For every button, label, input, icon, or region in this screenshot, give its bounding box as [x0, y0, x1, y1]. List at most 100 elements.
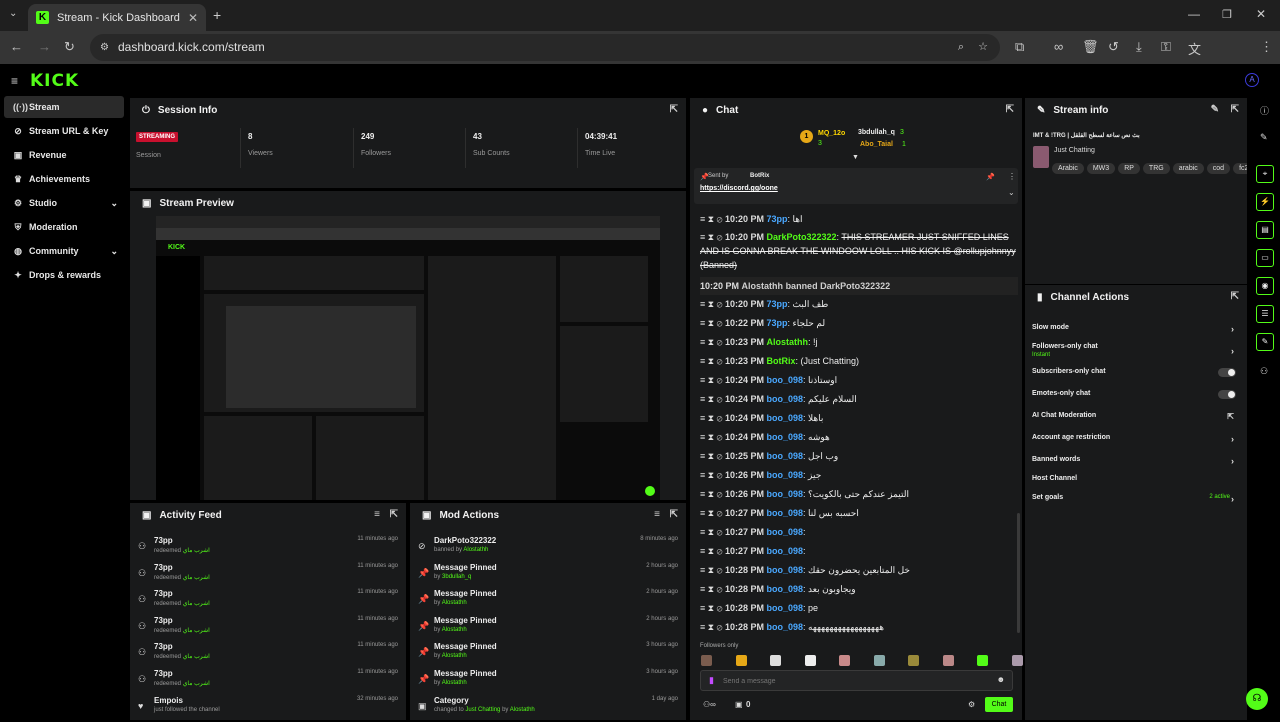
chat-message[interactable]: ≡ ⧗ ⊘ 10:28 PM boo_098: pe: [700, 599, 1018, 617]
stream-video[interactable]: KICK: [156, 216, 660, 500]
sidebar-item-moderation[interactable]: ⛨ Moderation: [4, 216, 124, 238]
tab-close-icon[interactable]: ✕: [188, 11, 198, 25]
mod-action-by[interactable]: Alostathh: [510, 707, 535, 713]
top-user-2[interactable]: 3bdullah_q: [858, 129, 895, 136]
chat-settings-icon[interactable]: ⚙: [968, 700, 975, 709]
chat-message[interactable]: ≡ ⧗ ⊘ 10:25 PM boo_098: وب اجل: [700, 447, 1018, 465]
zoom-icon[interactable]: ⌕: [958, 34, 964, 61]
top-user-3[interactable]: Abo_Taial: [860, 141, 893, 148]
chat-message[interactable]: ≡ ⧗ ⊘ 10:23 PM BotRix: (Just Chatting): [700, 352, 1018, 370]
gift-icon[interactable]: ▣: [735, 700, 743, 709]
chat-username[interactable]: boo_098: [767, 508, 804, 518]
drag-handle-icon[interactable]: ≡ ⧗ ⊘: [700, 508, 725, 518]
drag-handle-icon[interactable]: ≡ ⧗ ⊘: [700, 337, 725, 347]
history-icon[interactable]: ↺: [1108, 39, 1119, 55]
drag-handle-icon[interactable]: ≡ ⧗ ⊘: [700, 413, 725, 423]
chat-message[interactable]: ≡ ⧗ ⊘ 10:27 PM boo_098:: [700, 542, 1018, 560]
chat-message[interactable]: ≡ ⧗ ⊘ 10:20 PM 73pp: اها: [700, 210, 1018, 228]
new-tab-icon[interactable]: +: [213, 7, 221, 23]
sidebar-item-achievements[interactable]: ♛ Achievements: [4, 168, 124, 190]
pinned-link[interactable]: https://discord.gg/oone: [700, 185, 778, 192]
sidebar-item-drops[interactable]: ✦ Drops & rewards: [4, 264, 124, 286]
sidebar-item-community[interactable]: ◍ Community ⌄: [4, 240, 124, 262]
chat-username[interactable]: boo_098: [767, 546, 804, 556]
drag-handle-icon[interactable]: ≡ ⧗ ⊘: [700, 622, 725, 632]
popout-icon[interactable]: ⇱: [390, 509, 398, 520]
chat-username[interactable]: 73pp: [767, 299, 788, 309]
mod-action-by[interactable]: Alostathh: [463, 547, 488, 553]
chat-username[interactable]: 73pp: [767, 318, 788, 328]
chat-message[interactable]: ≡ ⧗ ⊘ 10:27 PM boo_098:: [700, 523, 1018, 541]
chat-username[interactable]: boo_098: [767, 375, 804, 385]
chat-input[interactable]: [723, 673, 983, 689]
emote-picker-icon[interactable]: ☻: [997, 675, 1005, 684]
rail-users-icon[interactable]: ⚇: [1260, 366, 1268, 377]
maximize-icon[interactable]: ❐: [1222, 8, 1232, 21]
extensions-icon[interactable]: ⧉: [1015, 39, 1024, 55]
mod-action-by[interactable]: Alostathh: [442, 600, 467, 606]
emote-icon[interactable]: [908, 655, 919, 666]
popout-icon[interactable]: ⇱: [670, 509, 678, 520]
stream-tag[interactable]: MW3: [1086, 163, 1116, 174]
activity-row[interactable]: ⚇ 73pp redeemed اشرب ماي 11 minutes ago: [138, 669, 398, 695]
emote-icon[interactable]: [977, 655, 988, 666]
chat-username[interactable]: boo_098: [767, 451, 804, 461]
site-settings-icon[interactable]: ⚙: [100, 34, 109, 61]
activity-user[interactable]: 73pp: [154, 563, 173, 572]
emote-icon[interactable]: [839, 655, 850, 666]
mod-action-by[interactable]: 3bdullah_q: [442, 574, 471, 580]
chat-message[interactable]: ≡ ⧗ ⊘ 10:24 PM boo_098: اوستاذنا: [700, 371, 1018, 389]
chevron-right-icon[interactable]: ›: [1231, 324, 1234, 334]
filter-icon[interactable]: ≡: [654, 509, 660, 520]
mod-action-by[interactable]: Alostathh: [442, 627, 467, 633]
chat-username[interactable]: boo_098: [767, 432, 804, 442]
minimize-icon[interactable]: —: [1188, 7, 1200, 21]
emote-icon[interactable]: [804, 655, 816, 666]
popout-icon[interactable]: ⇱: [1231, 104, 1239, 115]
drag-handle-icon[interactable]: ≡ ⧗ ⊘: [700, 584, 725, 594]
rail-tools-button[interactable]: ✎: [1256, 333, 1274, 351]
send-chat-button[interactable]: Chat: [985, 697, 1013, 712]
pinned-user[interactable]: BotRix: [750, 173, 769, 179]
forward-icon[interactable]: →: [38, 39, 51, 54]
sidebar-item-stream-url[interactable]: ⊘ Stream URL & Key: [4, 120, 124, 142]
sidebar-item-stream[interactable]: ((·)) Stream: [4, 96, 124, 118]
window-close-icon[interactable]: ✕: [1256, 7, 1266, 21]
password-key-icon[interactable]: ⚿: [1161, 39, 1171, 55]
rail-chat-button[interactable]: ▭: [1256, 249, 1274, 267]
chat-message[interactable]: ≡ ⧗ ⊘ 10:26 PM boo_098: جيز: [700, 466, 1018, 484]
drag-handle-icon[interactable]: ≡ ⧗ ⊘: [700, 470, 725, 480]
leaderboard-chevron-icon[interactable]: ▼: [852, 154, 859, 161]
channel-action-row[interactable]: Host Channel: [1032, 475, 1242, 491]
chevron-right-icon[interactable]: ›: [1231, 434, 1234, 444]
emote-icon[interactable]: [1011, 655, 1023, 666]
drag-handle-icon[interactable]: ≡ ⧗ ⊘: [700, 394, 725, 404]
channel-action-row[interactable]: Account age restriction ›: [1032, 434, 1242, 450]
chat-username[interactable]: boo_098: [767, 622, 804, 632]
users-icon[interactable]: ⚇∞: [703, 700, 716, 709]
bookmark-star-icon[interactable]: ☆: [978, 34, 988, 61]
info-icon[interactable]: ⓘ: [1260, 104, 1269, 117]
chat-message[interactable]: ≡ ⧗ ⊘ 10:24 PM boo_098: السلام عليكم: [700, 390, 1018, 408]
mod-action-row[interactable]: 📌 Message Pinned by 3bdullah_q 2 hours ago: [418, 563, 678, 589]
chat-username[interactable]: Alostathh: [742, 281, 784, 291]
menu-hamburger-icon[interactable]: ≡: [11, 74, 18, 88]
help-support-button[interactable]: ☊: [1246, 688, 1268, 710]
toggle-switch[interactable]: [1218, 390, 1236, 399]
channel-action-row[interactable]: Followers-only chat Instant ›: [1032, 343, 1242, 359]
top-user-1[interactable]: MQ_12o: [818, 130, 845, 137]
external-link-icon[interactable]: ⇱: [1227, 412, 1234, 421]
mic-icon[interactable]: ▮: [709, 675, 714, 686]
drag-handle-icon[interactable]: ≡ ⧗ ⊘: [700, 451, 725, 461]
chat-message[interactable]: ≡ ⧗ ⊘ 10:23 PM Alostathh: !j: [700, 333, 1018, 351]
activity-row[interactable]: ⚇ 73pp redeemed اشرب ماي 11 minutes ago: [138, 563, 398, 589]
chat-username[interactable]: boo_098: [767, 603, 804, 613]
chat-username[interactable]: boo_098: [767, 470, 804, 480]
chat-username[interactable]: boo_098: [767, 413, 804, 423]
unpin-icon[interactable]: 📌: [986, 173, 995, 181]
stream-tag[interactable]: RP: [1118, 163, 1140, 174]
download-icon[interactable]: ⤓: [1136, 39, 1142, 55]
activity-row[interactable]: ⚇ 73pp redeemed اشرب ماي 11 minutes ago: [138, 536, 398, 562]
drag-handle-icon[interactable]: ≡ ⧗ ⊘: [700, 375, 725, 385]
emote-icon[interactable]: [873, 655, 885, 666]
